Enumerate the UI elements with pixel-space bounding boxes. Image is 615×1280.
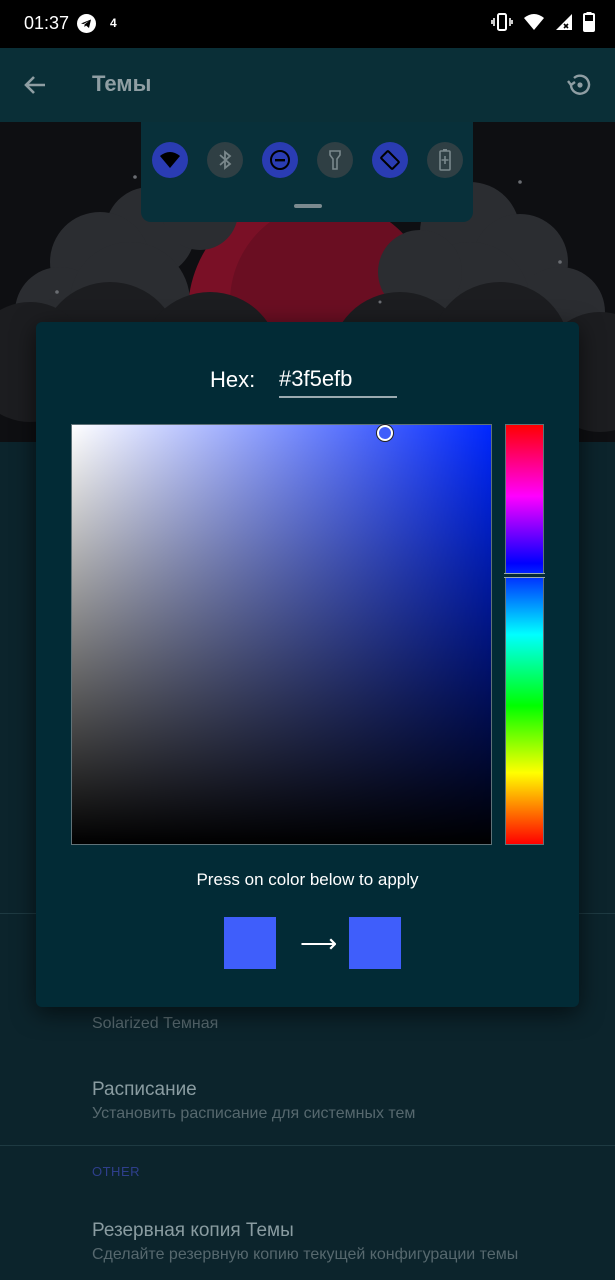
battery-saver-icon[interactable]	[427, 142, 463, 178]
wifi-icon[interactable]	[152, 142, 188, 178]
status-icons	[491, 11, 595, 37]
page-title: Темы	[92, 71, 152, 96]
telegram-icon	[77, 14, 96, 33]
flashlight-icon[interactable]	[317, 142, 353, 178]
battery-icon	[583, 11, 595, 37]
apply-hint: Press on color below to apply	[196, 870, 419, 889]
hue-slider[interactable]	[504, 424, 545, 845]
arrow-right-icon: ⟶	[300, 928, 338, 958]
schedule-subtitle: Установить расписание для системных тем	[92, 1105, 416, 1122]
quick-settings-panel	[141, 122, 473, 222]
divider	[0, 1145, 615, 1146]
hex-input[interactable]	[279, 364, 397, 398]
status-bar: 01:37 4	[0, 0, 615, 48]
hue-slider-thumb[interactable]	[504, 573, 545, 578]
current-theme-value[interactable]: Solarized Темная	[92, 1015, 218, 1033]
new-color-swatch[interactable]	[349, 917, 401, 969]
cell-signal-icon	[555, 13, 573, 36]
schedule-title[interactable]: Расписание	[92, 1079, 197, 1101]
hex-label: Hex:	[210, 367, 256, 392]
backup-title[interactable]: Резервная копия Темы	[92, 1220, 294, 1242]
color-picker-dialog: Hex: Press on color below to apply ⟶	[36, 322, 579, 1007]
auto-rotate-icon[interactable]	[372, 142, 408, 178]
saturation-value-picker[interactable]	[71, 424, 492, 845]
notification-count: 4	[110, 16, 117, 30]
vibrate-icon	[491, 12, 513, 37]
backup-subtitle: Сделайте резервную копию текущей конфигу…	[92, 1246, 519, 1263]
old-color-swatch[interactable]	[224, 917, 276, 969]
arrow-back-icon[interactable]	[20, 70, 50, 100]
section-header-other: OTHER	[92, 1164, 140, 1179]
color-cursor[interactable]	[377, 425, 393, 441]
restore-icon[interactable]	[565, 70, 595, 100]
panel-drag-handle[interactable]	[294, 204, 322, 208]
dnd-icon[interactable]	[262, 142, 298, 178]
bluetooth-icon[interactable]	[207, 142, 243, 178]
status-time: 01:37	[24, 13, 70, 33]
wifi-status-icon	[523, 13, 545, 36]
app-bar: Темы	[0, 48, 615, 122]
